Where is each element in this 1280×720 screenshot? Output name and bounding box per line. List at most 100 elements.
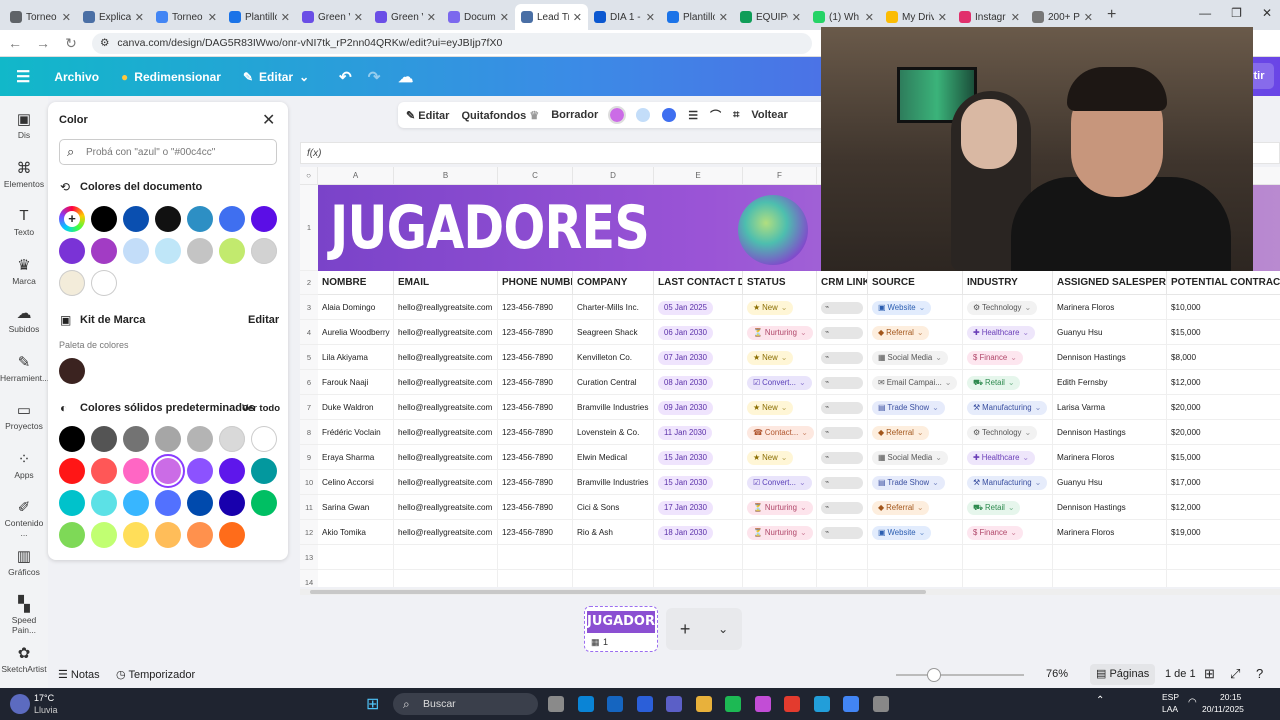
browser-tab[interactable]: Lead Tr ✕ [515, 4, 588, 30]
table-cell[interactable] [573, 570, 654, 587]
crm-link-chip[interactable]: ⌁ [821, 401, 863, 414]
industry-pill[interactable]: ⛟ Retail ⌄ [967, 501, 1021, 515]
table-cell[interactable]: Elwin Medical [573, 445, 654, 470]
industry-pill[interactable]: $ Finance ⌄ [967, 351, 1023, 365]
table-cell[interactable]: ⌁ [817, 470, 868, 495]
color-swatch[interactable] [155, 490, 181, 516]
column-title[interactable]: INDUSTRY [963, 271, 1053, 295]
close-tab-icon[interactable]: ✕ [865, 11, 874, 24]
fullscreen-icon[interactable]: ⤢ [1230, 666, 1240, 682]
table-cell[interactable]: ⌁ [817, 420, 868, 445]
table-cell[interactable]: Dennison Hastings [1053, 420, 1167, 445]
source-pill[interactable]: ▦ Social Media ⌄ [872, 351, 948, 365]
table-cell[interactable]: Eraya Sharma [318, 445, 394, 470]
table-cell[interactable]: ⚙ Technology ⌄ [963, 420, 1053, 445]
notes-button[interactable]: ☰ Notas [58, 668, 100, 681]
table-cell[interactable]: hello@reallygreatsite.com [394, 520, 498, 545]
line-weight-icon[interactable]: ☰ [688, 109, 698, 122]
table-cell[interactable]: 06 Jan 2030 [654, 320, 743, 345]
table-cell[interactable] [963, 570, 1053, 587]
browser-tab[interactable]: Torneo ✕ [150, 4, 223, 30]
table-cell[interactable]: $ Finance ⌄ [963, 520, 1053, 545]
table-cell[interactable]: ⏳ Nurturing ⌄ [743, 520, 817, 545]
table-cell[interactable]: Sarina Gwan [318, 495, 394, 520]
color-swatch[interactable] [91, 270, 117, 296]
color-dot-lightblue[interactable] [636, 108, 651, 122]
row-number[interactable]: 1 [300, 185, 318, 271]
color-search-input[interactable]: ⌕ Probá con "azul" o "#00c4cc" [59, 139, 277, 165]
industry-pill[interactable]: ✚ Healthcare ⌄ [967, 451, 1035, 465]
quitafondos-button[interactable]: Quitafondos ♛ [461, 109, 539, 122]
table-cell[interactable]: Lila Akiyama [318, 345, 394, 370]
table-cell[interactable]: Dennison Hastings [1053, 495, 1167, 520]
row-number[interactable]: 5 [300, 345, 318, 370]
table-cell[interactable]: hello@reallygreatsite.com [394, 395, 498, 420]
color-swatch[interactable] [91, 490, 117, 516]
keyboard-layout[interactable]: LAA [1162, 704, 1178, 714]
task-view-icon[interactable] [548, 696, 564, 712]
zoom-slider-knob[interactable] [927, 668, 942, 682]
explorer-icon[interactable] [695, 696, 712, 712]
color-dot-blue[interactable] [662, 108, 677, 122]
close-tab-icon[interactable]: ✕ [208, 11, 217, 24]
crm-link-chip[interactable]: ⌁ [821, 376, 863, 389]
table-cell[interactable] [743, 570, 817, 587]
site-info-icon[interactable]: ⚙ [100, 37, 109, 49]
table-cell[interactable]: ☎ Contact... ⌄ [743, 420, 817, 445]
status-pill[interactable]: ⏳ Nurturing ⌄ [747, 326, 813, 340]
status-pill[interactable]: ☎ Contact... ⌄ [747, 426, 814, 440]
browser-tab[interactable]: Green V ✕ [296, 4, 369, 30]
table-cell[interactable]: $10,000 [1167, 295, 1280, 320]
source-pill[interactable]: ✉ Email Campai... ⌄ [872, 376, 958, 390]
table-cell[interactable] [654, 545, 743, 570]
close-tab-icon[interactable]: ✕ [1011, 11, 1020, 24]
table-cell[interactable]: ⚙ Technology ⌄ [963, 295, 1053, 320]
table-cell[interactable]: ▣ Website ⌄ [868, 295, 963, 320]
column-header[interactable]: E [654, 167, 743, 185]
table-cell[interactable] [817, 545, 868, 570]
source-pill[interactable]: ◆ Referral ⌄ [872, 501, 930, 515]
crm-link-chip[interactable]: ⌁ [821, 451, 863, 464]
industry-pill[interactable]: ⚙ Technology ⌄ [967, 301, 1038, 315]
table-cell[interactable]: ▤ Trade Show ⌄ [868, 470, 963, 495]
row-number[interactable]: 11 [300, 495, 318, 520]
cloud-save-icon[interactable]: ☁ [398, 68, 413, 86]
table-cell[interactable]: Charter-Mills Inc. [573, 295, 654, 320]
table-cell[interactable]: Farouk Naaji [318, 370, 394, 395]
table-cell[interactable]: ☑ Convert... ⌄ [743, 370, 817, 395]
status-pill[interactable]: ⏳ Nurturing ⌄ [747, 501, 813, 515]
table-cell[interactable]: ⌁ [817, 320, 868, 345]
table-cell[interactable]: Cici & Sons [573, 495, 654, 520]
row-number[interactable]: 2 [300, 271, 318, 295]
teams-icon[interactable] [666, 696, 682, 712]
table-cell[interactable]: Alaia Domingo [318, 295, 394, 320]
color-swatch[interactable] [187, 458, 213, 484]
row-number[interactable]: 3 [300, 295, 318, 320]
maximize-icon[interactable]: ❐ [1231, 6, 1242, 20]
color-swatch[interactable] [151, 454, 185, 488]
help-icon[interactable]: ? [1256, 666, 1263, 681]
table-cell[interactable]: ▤ Trade Show ⌄ [868, 395, 963, 420]
source-pill[interactable]: ◆ Referral ⌄ [872, 326, 930, 340]
close-tab-icon[interactable]: ✕ [354, 11, 363, 24]
close-tab-icon[interactable]: ✕ [62, 11, 71, 24]
rail-item[interactable]: ✎ Herramient... [0, 353, 49, 383]
table-cell[interactable]: 123-456-7890 [498, 345, 573, 370]
table-cell[interactable]: hello@reallygreatsite.com [394, 470, 498, 495]
borrador-button[interactable]: Borrador [551, 109, 598, 121]
rail-item[interactable]: ⁘ Apps [0, 450, 48, 480]
table-cell[interactable]: Celino Accorsi [318, 470, 394, 495]
table-cell[interactable]: 123-456-7890 [498, 295, 573, 320]
close-icon[interactable]: ✕ [262, 110, 275, 130]
table-cell[interactable] [1167, 545, 1280, 570]
table-cell[interactable] [1053, 570, 1167, 587]
table-cell[interactable] [573, 545, 654, 570]
table-cell[interactable]: Seagreen Shack [573, 320, 654, 345]
industry-pill[interactable]: $ Finance ⌄ [967, 526, 1023, 540]
status-pill[interactable]: ⏳ Nurturing ⌄ [747, 526, 813, 540]
brand-edit-link[interactable]: Editar [248, 314, 279, 326]
table-cell[interactable]: 05 Jan 2025 [654, 295, 743, 320]
column-title[interactable]: EMAIL [394, 271, 498, 295]
table-cell[interactable]: ◆ Referral ⌄ [868, 320, 963, 345]
table-cell[interactable] [743, 545, 817, 570]
